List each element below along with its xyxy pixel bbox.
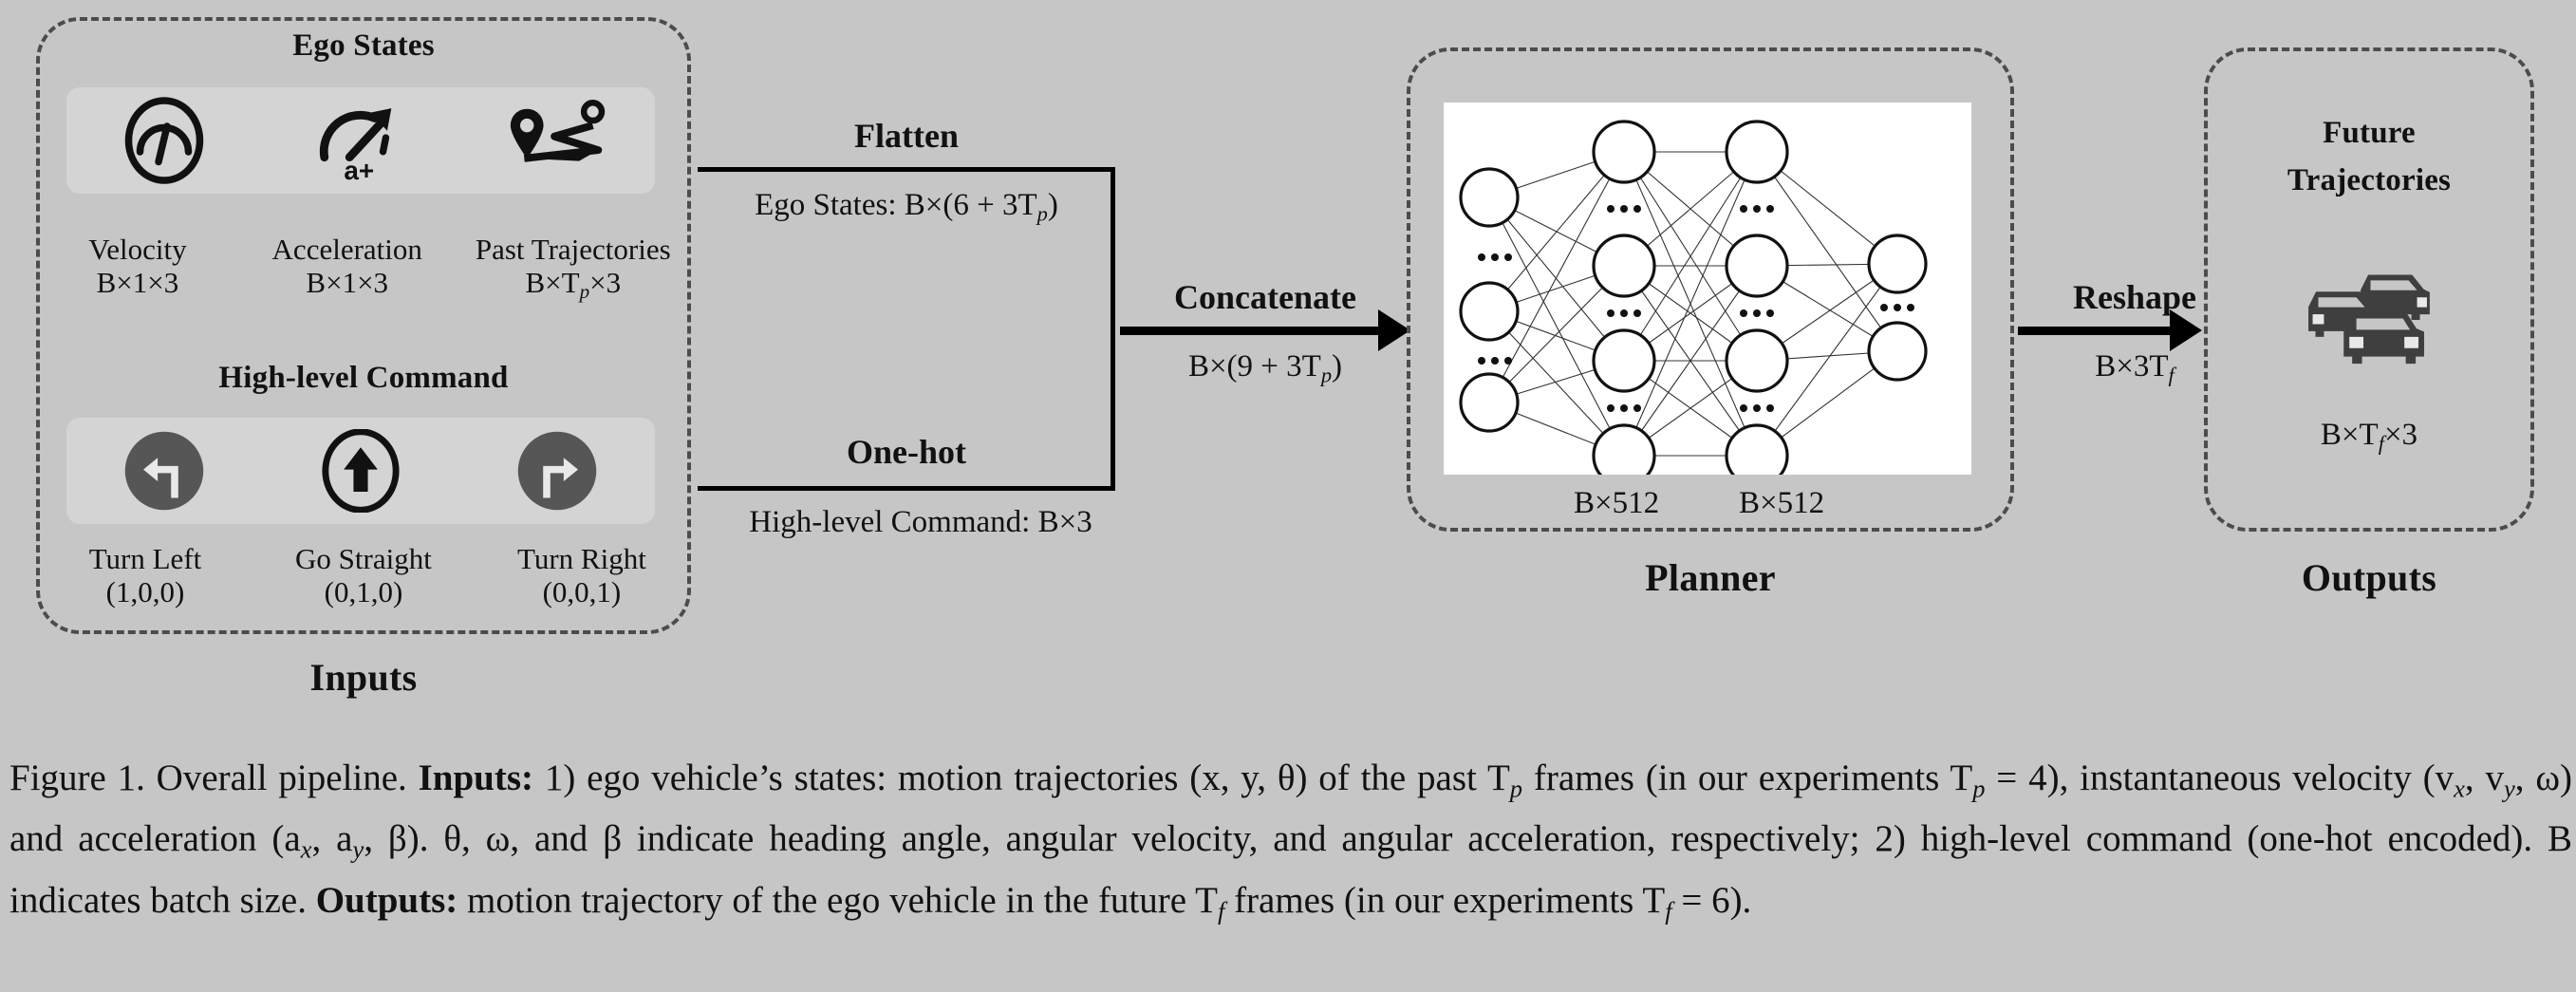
ego-state-caption-past-trajectories: Past Trajectories B×Tp×3 (456, 233, 691, 303)
command-icon-cell-go-straight (263, 429, 459, 513)
route-pin-icon (510, 100, 605, 162)
ego-state-caption-velocity: Velocity B×1×3 (36, 233, 239, 303)
planner-group-label: Planner (1645, 556, 1776, 599)
caption-body-1: 1) ego vehicle’s states: motion trajecto… (533, 758, 1510, 798)
outputs-shape: B×Tf×3 (2320, 418, 2418, 456)
nn-edges (1488, 151, 1898, 457)
ego-states-title: Ego States (292, 28, 435, 63)
speedometer-icon (125, 97, 204, 184)
command-label-turn-right: Turn Right (517, 542, 646, 575)
neural-network-diagram (1444, 103, 1971, 488)
go-straight-arrow-icon (322, 429, 400, 513)
ego-state-icon-cell-acceleration: a+ (263, 95, 459, 186)
caption-body-9: frames (in our experiments T (1224, 879, 1666, 921)
car-front (2343, 312, 2424, 365)
inputs-group-label: Inputs (309, 656, 418, 699)
command-icon-cell-turn-left (66, 429, 263, 513)
flatten-label: Flatten (854, 117, 959, 155)
command-icon-strip (66, 418, 655, 524)
ego-state-shape-velocity: B×1×3 (96, 265, 179, 299)
turn-left-arrow-icon (125, 431, 204, 511)
caption-prefix: Figure 1. Overall pipeline. (9, 758, 419, 798)
ego-states-captions: Velocity B×1×3 Acceleration B×1×3 Past T… (36, 233, 691, 303)
ego-state-label-past-trajectories: Past Trajectories (475, 233, 671, 266)
caption-outputs-bold: Outputs: (315, 879, 458, 921)
turn-right-arrow-icon (517, 431, 596, 511)
command-caption-turn-left: Turn Left (1,0,0) (36, 542, 254, 608)
onehot-bracket-bottom (698, 486, 1115, 491)
ego-state-caption-acceleration: Acceleration B×1×3 (239, 233, 456, 303)
command-label-go-straight: Go Straight (295, 542, 432, 575)
flatten-bracket-top (698, 167, 1115, 172)
pipeline-figure: Ego States a+ Velocity B×1×3 Acceleratio… (0, 0, 2576, 750)
high-level-command-title: High-level Command (218, 361, 509, 395)
command-icon-cell-turn-right (458, 429, 655, 513)
concatenate-shape: B×(9 + 3Tp) (1187, 349, 1343, 387)
ego-states-icon-strip: a+ (66, 87, 655, 194)
svg-text:a+: a+ (344, 156, 374, 185)
future-trajectories-title-line1: Future (2323, 116, 2416, 150)
command-caption-turn-right: Turn Right (0,0,1) (473, 542, 691, 608)
ego-state-icon-cell-past-trajectories (458, 98, 655, 183)
caption-body-8: motion trajectory of the ego vehicle in … (457, 879, 1218, 921)
caption-body-2: frames (in our experiments T (1522, 758, 1973, 798)
ego-state-icon-cell-velocity (66, 95, 263, 186)
command-label-turn-left: Turn Left (88, 542, 202, 575)
concatenate-label: Concatenate (1174, 278, 1356, 316)
command-onehot-go-straight: (0,1,0) (324, 574, 403, 608)
outputs-group-label: Outputs (2301, 556, 2437, 599)
command-onehot-turn-right: (0,0,1) (542, 574, 622, 608)
figure-caption: Figure 1. Overall pipeline. Inputs: 1) e… (9, 758, 2573, 926)
caption-body-6: , a (311, 818, 353, 860)
reshape-arrow-head (2170, 309, 2202, 351)
command-caption-go-straight: Go Straight (0,1,0) (254, 542, 473, 608)
future-trajectories-title-line2: Trajectories (2287, 163, 2452, 197)
caption-inputs-bold: Inputs: (418, 758, 534, 798)
cars-icon (2308, 274, 2430, 365)
planner-layer2-dim: B×512 (1739, 486, 1825, 520)
reshape-arrow-line (2018, 327, 2170, 335)
concatenate-arrow-head (1378, 309, 1410, 351)
onehot-label: One-hot (847, 433, 966, 471)
acceleration-icon: a+ (319, 108, 392, 185)
caption-body-10: = 6). (1671, 879, 1752, 921)
command-captions: Turn Left (1,0,0) Go Straight (0,1,0) Tu… (36, 542, 691, 608)
ego-state-label-velocity: Velocity (88, 233, 187, 266)
nn-ellipses (1478, 205, 1914, 412)
onehot-shape: High-level Command: B×3 (749, 505, 1092, 539)
flatten-shape: Ego States: B×(6 + 3Tp) (755, 188, 1058, 226)
ego-state-shape-acceleration: B×1×3 (306, 265, 389, 299)
outputs-icon-wrap (2204, 271, 2534, 380)
caption-body-3: = 4), instantaneous velocity (v (1985, 758, 2455, 798)
planner-layer1-dim: B×512 (1574, 486, 1660, 520)
caption-body-4: , v (2464, 758, 2504, 798)
ego-state-label-acceleration: Acceleration (271, 233, 422, 266)
concatenate-arrow-line (1120, 327, 1378, 335)
command-onehot-turn-left: (1,0,0) (105, 574, 185, 608)
ego-state-shape-past-trajectories: B×Tp×3 (525, 265, 622, 303)
mlp-svg (1459, 120, 1928, 488)
